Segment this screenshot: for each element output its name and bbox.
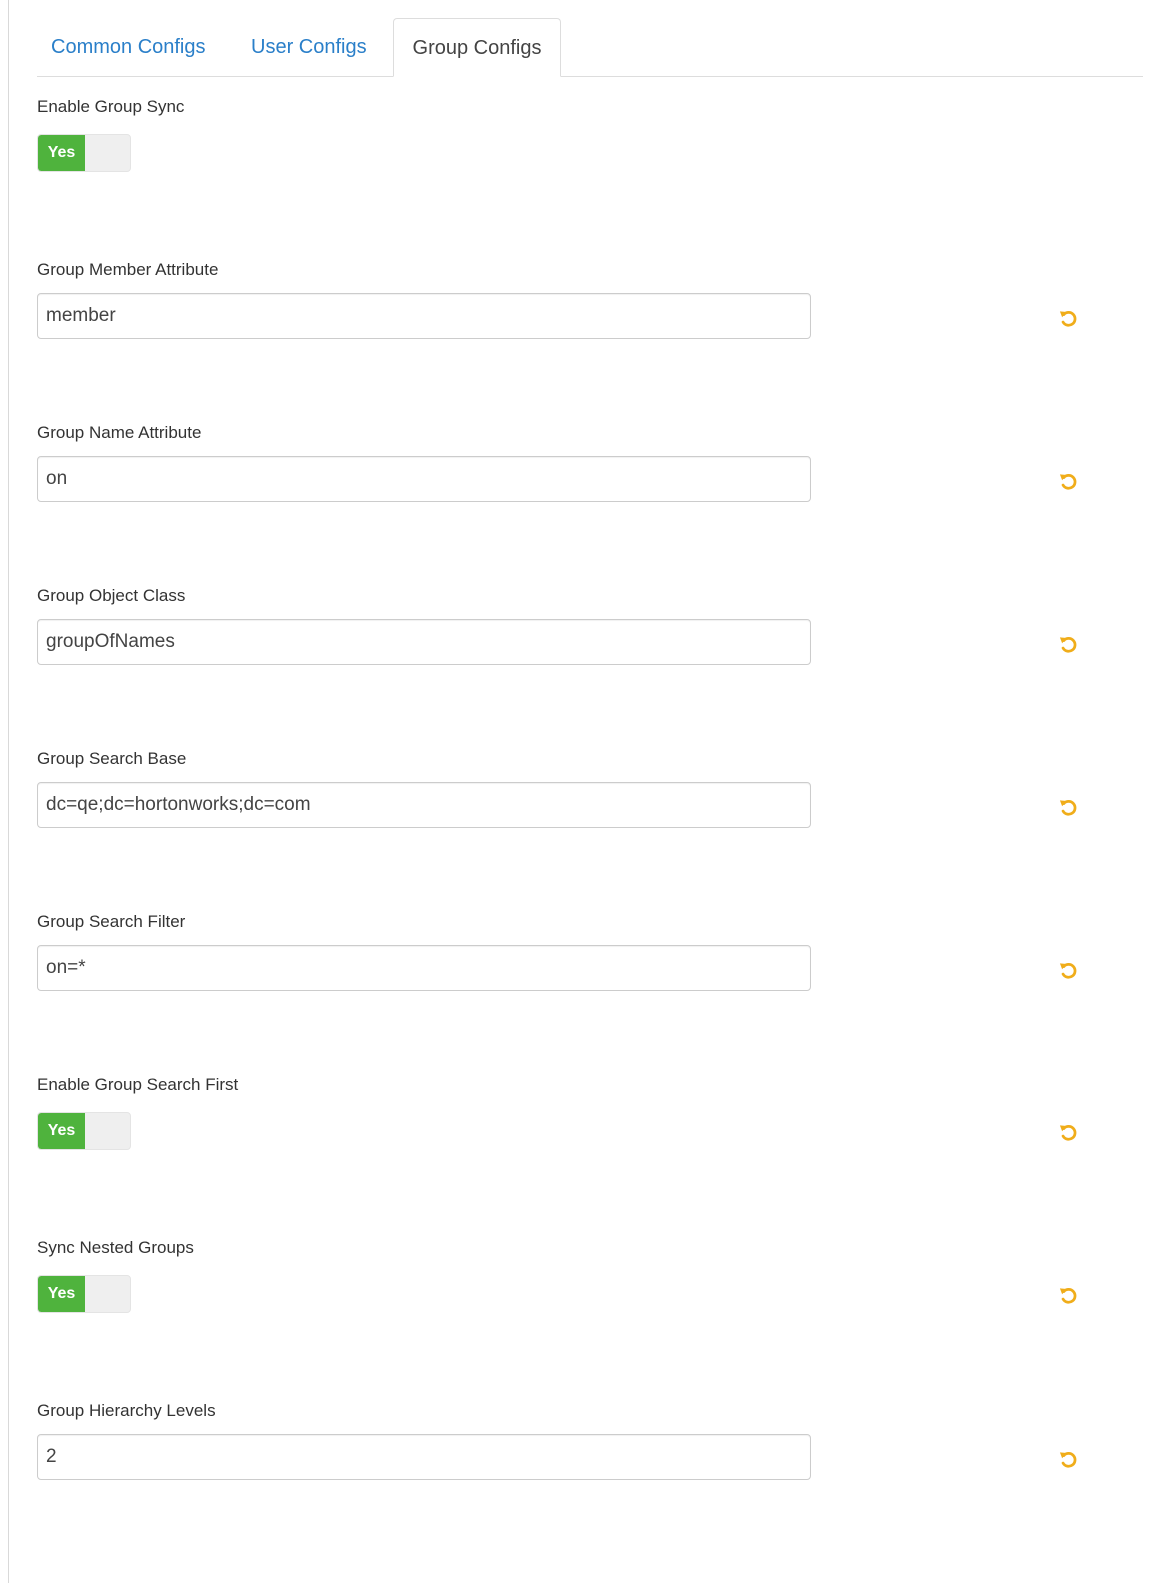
- undo-icon[interactable]: [1057, 633, 1079, 655]
- group-search-filter-input[interactable]: [37, 945, 811, 991]
- group-name-attribute-label: Group Name Attribute: [37, 423, 202, 442]
- sync-nested-groups-toggle[interactable]: Yes: [37, 1275, 131, 1313]
- toggle-yes-label: Yes: [38, 1276, 85, 1312]
- group-object-class-label: Group Object Class: [37, 586, 186, 605]
- sync-nested-groups-label: Sync Nested Groups: [37, 1238, 194, 1257]
- enable-group-search-first-label: Enable Group Search First: [37, 1075, 239, 1094]
- enable-group-search-first-toggle[interactable]: Yes: [37, 1112, 131, 1150]
- undo-icon[interactable]: [1057, 1121, 1079, 1143]
- undo-icon[interactable]: [1057, 470, 1079, 492]
- enable-group-sync-toggle[interactable]: Yes: [37, 134, 131, 172]
- tab-group-configs[interactable]: Group Configs: [393, 18, 561, 77]
- group-member-attribute-label: Group Member Attribute: [37, 260, 219, 279]
- left-border: [8, 0, 9, 1583]
- toggle-yes-label: Yes: [38, 135, 85, 171]
- group-search-filter-label: Group Search Filter: [37, 912, 186, 931]
- config-tabs: Common Configs User Configs Group Config…: [37, 0, 1143, 77]
- group-search-base-label: Group Search Base: [37, 749, 187, 768]
- group-name-attribute-input[interactable]: [37, 456, 811, 502]
- undo-icon[interactable]: [1057, 307, 1079, 329]
- undo-icon[interactable]: [1057, 1284, 1079, 1306]
- group-hierarchy-levels-label: Group Hierarchy Levels: [37, 1401, 216, 1420]
- group-member-attribute-input[interactable]: [37, 293, 811, 339]
- undo-icon[interactable]: [1057, 796, 1079, 818]
- enable-group-sync-label: Enable Group Sync: [37, 97, 185, 116]
- undo-icon[interactable]: [1057, 959, 1079, 981]
- toggle-yes-label: Yes: [38, 1113, 85, 1149]
- tab-common-configs[interactable]: Common Configs: [37, 18, 220, 76]
- undo-icon[interactable]: [1057, 1448, 1079, 1470]
- group-object-class-input[interactable]: [37, 619, 811, 665]
- group-search-base-input[interactable]: [37, 782, 811, 828]
- group-hierarchy-levels-input[interactable]: [37, 1434, 811, 1480]
- tab-user-configs[interactable]: User Configs: [237, 18, 381, 76]
